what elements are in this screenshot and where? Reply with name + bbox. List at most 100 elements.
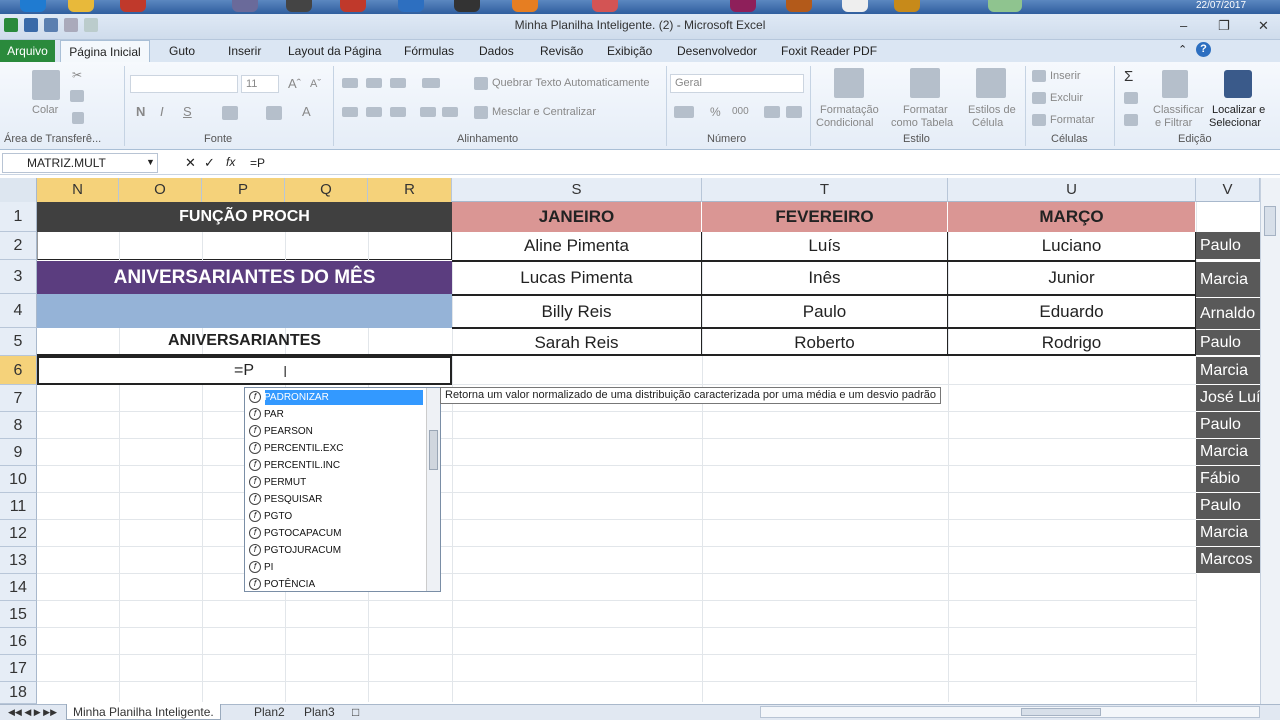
autocomplete-item[interactable]: f PGTO [249, 508, 292, 524]
orientation-icon[interactable] [422, 78, 440, 88]
tab-dados[interactable]: Dados [479, 44, 514, 58]
font-color-icon[interactable]: A [302, 104, 311, 119]
taskbar-icon[interactable] [786, 0, 812, 12]
cell-v11[interactable]: Paulo [1196, 493, 1260, 520]
merge-center-button[interactable]: Mesclar e Centralizar [492, 106, 596, 118]
cell-v7[interactable]: José Luís [1196, 385, 1260, 412]
column-header-u[interactable]: U [948, 178, 1196, 202]
cancel-formula-icon[interactable]: ✕ [185, 155, 196, 171]
autocomplete-item[interactable]: f PAR [249, 406, 284, 422]
row-header[interactable]: 11 [0, 493, 37, 520]
thousands-icon[interactable]: 000 [732, 106, 749, 117]
close-icon[interactable]: ✕ [1258, 18, 1269, 34]
formula-input[interactable]: =P [250, 156, 265, 170]
shrink-font-icon[interactable]: Aˇ [310, 78, 321, 90]
tab-formulas[interactable]: Fórmulas [404, 44, 454, 58]
increase-indent-icon[interactable] [442, 107, 458, 117]
conditional-format-label[interactable]: Formatação [820, 104, 879, 116]
insert-function-icon[interactable]: fx [226, 155, 235, 169]
autocomplete-item[interactable]: f PGTOJURACUM [249, 542, 341, 558]
format-as-table-label[interactable]: Formatar [903, 104, 948, 116]
fill-icon[interactable] [1124, 92, 1138, 104]
autocomplete-item[interactable]: f POTÊNCIA [249, 576, 315, 592]
sheet-tab-active[interactable]: Minha Planilha Inteligente. [66, 704, 221, 720]
cell-s5[interactable]: Sarah Reis [452, 329, 701, 356]
autocomplete-scrollbar[interactable] [426, 388, 440, 591]
sheet-tab-plan2[interactable]: Plan2 [248, 704, 291, 720]
tab-desenvolvedor[interactable]: Desenvolvedor [677, 44, 757, 58]
horizontal-scrollbar[interactable] [760, 706, 1260, 718]
row-header[interactable]: 17 [0, 655, 37, 682]
cell-u5[interactable]: Rodrigo [948, 329, 1195, 356]
cell-t2[interactable]: Luís [702, 232, 947, 260]
row-header[interactable]: 9 [0, 439, 37, 466]
aniversariantes-label[interactable]: ANIVERSARIANTES [37, 328, 452, 356]
tab-pagina-inicial[interactable]: Página Inicial [60, 40, 150, 63]
column-header-p[interactable]: P [202, 178, 285, 202]
tab-layout[interactable]: Layout da Página [288, 44, 381, 58]
autocomplete-item[interactable]: f PERMUT [249, 474, 306, 490]
row-header[interactable]: 4 [0, 294, 37, 328]
cell-t3[interactable]: Inês [702, 262, 947, 294]
enter-formula-icon[interactable]: ✓ [204, 155, 215, 171]
row-header[interactable]: 13 [0, 547, 37, 574]
decrease-decimal-icon[interactable] [786, 106, 802, 118]
row-header[interactable]: 7 [0, 385, 37, 412]
aniversariantes-mes-title[interactable]: ANIVERSARIANTES DO MÊS [37, 261, 452, 294]
grow-font-icon[interactable]: Aˆ [288, 76, 301, 91]
column-header-v[interactable]: V [1196, 178, 1260, 202]
blank-row-cell[interactable] [37, 232, 452, 260]
tab-exibicao[interactable]: Exibição [607, 44, 652, 58]
cell-s3[interactable]: Lucas Pimenta [452, 262, 701, 294]
tab-inserir[interactable]: Inserir [228, 44, 261, 58]
paste-icon[interactable] [32, 70, 60, 100]
italic-icon[interactable]: I [160, 104, 164, 119]
taskbar-icon[interactable] [454, 0, 480, 12]
select-all-corner[interactable] [0, 178, 37, 202]
conditional-format-label2[interactable]: Condicional [816, 117, 873, 129]
funcao-proch-header[interactable]: FUNÇÃO PROCH [37, 202, 452, 232]
autocomplete-item[interactable]: f PERCENTIL.INC [249, 457, 340, 473]
month-fevereiro[interactable]: FEVEREIRO [702, 202, 947, 232]
cell-v10[interactable]: Fábio [1196, 466, 1260, 493]
align-middle-icon[interactable] [366, 78, 382, 88]
sort-filter-label[interactable]: Classificar [1153, 104, 1204, 116]
cell-u2[interactable]: Luciano [948, 232, 1195, 260]
taskbar-icon[interactable] [842, 0, 868, 12]
month-marco[interactable]: MARÇO [948, 202, 1195, 232]
taskbar-icon[interactable] [340, 0, 366, 12]
taskbar-icon[interactable] [894, 0, 920, 12]
fill-color-icon[interactable] [266, 106, 282, 120]
cell-styles-label2[interactable]: Célula [972, 117, 1003, 129]
align-center-icon[interactable] [366, 107, 382, 117]
column-header-n[interactable]: N [37, 178, 119, 202]
align-bottom-icon[interactable] [390, 78, 406, 88]
minimize-icon[interactable]: – [1180, 18, 1187, 33]
percent-icon[interactable]: % [710, 105, 721, 119]
cell-s4[interactable]: Billy Reis [452, 296, 701, 327]
align-right-icon[interactable] [390, 107, 406, 117]
underline-icon[interactable]: S [183, 104, 192, 119]
cell-u4[interactable]: Eduardo [948, 296, 1195, 327]
find-select-icon[interactable] [1224, 70, 1252, 98]
new-sheet-icon[interactable]: □ [346, 704, 365, 720]
find-select-label[interactable]: Localizar e [1212, 104, 1265, 116]
cell-s2[interactable]: Aline Pimenta [452, 232, 701, 260]
font-size-select[interactable]: 11 [241, 75, 279, 93]
cell-v9[interactable]: Marcia [1196, 439, 1260, 466]
cell-styles-icon[interactable] [976, 68, 1006, 98]
bold-icon[interactable]: N [136, 104, 145, 119]
delete-cells-button[interactable]: Excluir [1050, 92, 1083, 104]
month-janeiro[interactable]: JANEIRO [452, 202, 701, 232]
cell-styles-label[interactable]: Estilos de [968, 104, 1016, 116]
row-header[interactable]: 5 [0, 328, 37, 356]
format-as-table-icon[interactable] [910, 68, 940, 98]
autocomplete-item[interactable]: f PEARSON [249, 423, 313, 439]
sheet-nav-arrows-icon[interactable]: ◀◀ ◀ ▶ ▶▶ [2, 704, 63, 720]
column-header-s[interactable]: S [452, 178, 702, 202]
tab-arquivo[interactable]: Arquivo [0, 40, 55, 62]
scroll-thumb[interactable] [429, 430, 438, 470]
function-autocomplete-list[interactable]: f PADRONIZAR f PAR f PEARSON f PERCENTIL.EXC… [244, 387, 441, 592]
font-name-select[interactable] [130, 75, 238, 93]
autocomplete-item[interactable]: f PESQUISAR [249, 491, 322, 507]
